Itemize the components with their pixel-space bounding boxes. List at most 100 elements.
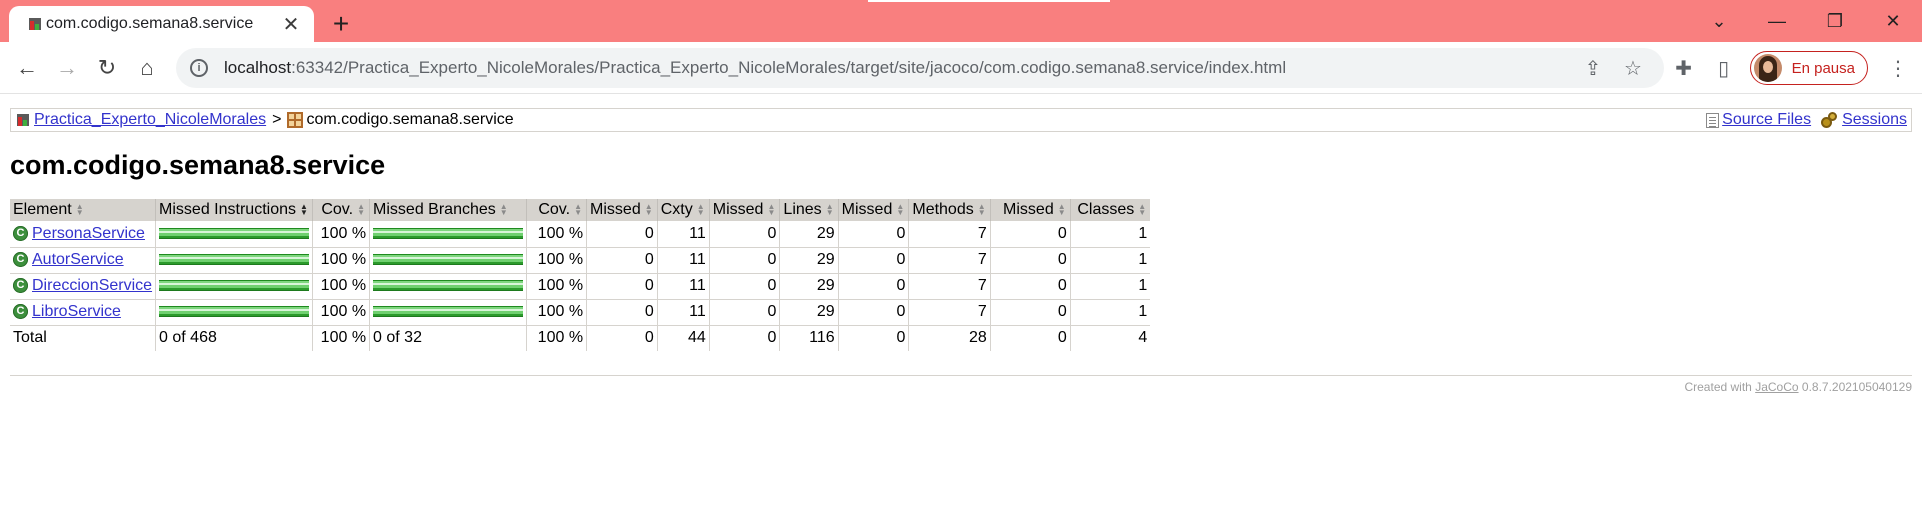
close-tab-icon[interactable]: ✕ [280,12,302,37]
col-classes-header[interactable]: Classes ▲ ▼ [1069,199,1151,221]
site-info-icon[interactable]: i [190,59,208,77]
class-link[interactable]: AutorService [32,251,124,268]
col-instr-cov-header[interactable]: Cov. ▲ ▼ [312,199,370,221]
total-classes: 4 [1069,325,1151,351]
sort-icon: ▲ ▼ [825,201,834,217]
active-tab[interactable]: com.codigo.semana8.service ✕ [9,6,314,42]
class-link[interactable]: DireccionService [32,277,152,294]
total-missed-cxty: 0 [586,325,658,351]
jacoco-link[interactable]: JaCoCo [1755,380,1798,394]
total-cxty: 44 [656,325,710,351]
source-file-icon [1706,112,1720,128]
branch-bar-cell [369,273,527,300]
total-label: Total [13,329,47,347]
element-cell: C LibroService [10,299,156,326]
class-link[interactable]: LibroService [32,303,121,320]
missed-lines-cell: 0 [708,247,780,274]
total-branch-cov: 100 % [526,325,587,351]
sessions-link[interactable]: Sessions [1842,111,1907,129]
missed-lines-cell: 0 [708,273,780,300]
col-cxty-header[interactable]: Cxty ▲ ▼ [656,199,710,221]
minimize-icon[interactable]: — [1748,0,1806,42]
class-icon: C [13,226,28,242]
missed-methods-cell: 0 [837,247,909,274]
branch-coverage-bar [373,306,524,318]
instr-bar-cell [155,299,313,326]
col-missed-lines-header[interactable]: Missed ▲ ▼ [708,199,780,221]
source-files-link[interactable]: Source Files [1722,111,1811,129]
classes-cell: 1 [1069,299,1151,326]
table-row: C PersonaService 100 % 100 % 0 11 0 29 0 7 0 1 [10,221,1151,248]
bookmark-star-icon[interactable]: ☆ [1620,55,1646,81]
tab-search-chevron-icon[interactable]: ⌄ [1690,0,1748,42]
instruction-coverage-bar [159,228,310,240]
class-link[interactable]: PersonaService [32,225,145,242]
window-drag-region [868,0,1110,2]
total-lines: 116 [779,325,839,351]
col-missed-branches-header[interactable]: Missed Branches ▲ ▼ [369,199,527,221]
col-lines-header[interactable]: Lines ▲ ▼ [779,199,839,221]
element-cell: C AutorService [10,247,156,274]
total-instructions: 0 of 468 [155,325,313,351]
restore-icon[interactable]: ❐ [1806,0,1864,42]
instr-cov-cell: 100 % [312,273,370,300]
instruction-coverage-bar [159,254,310,266]
window-controls: ⌄ — ❐ ✕ [1690,0,1922,42]
sort-icon: ▲ ▼ [977,201,986,217]
missed-cxty-cell: 0 [586,299,658,326]
breadcrumb-current: com.codigo.semana8.service [306,111,514,128]
sort-icon: ▲ ▼ [767,201,776,217]
forward-arrow-icon[interactable]: → [47,48,87,88]
side-panel-icon[interactable]: ▯ [1704,48,1744,88]
missed-cxty-cell: 0 [586,221,658,248]
methods-cell: 7 [908,273,991,300]
back-arrow-icon[interactable]: ← [7,48,47,88]
sort-icon: ▲ ▼ [644,201,653,217]
sort-icon: ▲ ▼ [499,201,508,217]
classes-cell: 1 [1069,247,1151,274]
total-missed-classes: 0 [989,325,1071,351]
extensions-puzzle-icon[interactable]: ✚ [1664,48,1704,88]
col-methods-header[interactable]: Methods ▲ ▼ [908,199,991,221]
col-branch-cov-header[interactable]: Cov. ▲ ▼ [526,199,587,221]
sort-icon: ▲ ▼ [1138,201,1147,217]
methods-cell: 7 [908,221,991,248]
classes-cell: 1 [1069,273,1151,300]
menu-kebab-icon[interactable]: ⋮ [1878,48,1918,88]
missed-lines-cell: 0 [708,221,780,248]
sort-icon: ▲ ▼ [357,201,365,217]
table-row: C LibroService 100 % 100 % 0 11 0 29 0 7 0 1 [10,299,1151,326]
col-missed-instructions-header[interactable]: Missed Instructions ▲ ▼ [155,199,313,221]
sort-icon: ▲ ▼ [574,201,582,217]
class-icon: C [13,278,28,294]
breadcrumb-root-link[interactable]: Practica_Experto_NicoleMorales [34,111,266,129]
instr-cov-cell: 100 % [312,247,370,274]
instr-bar-cell [155,247,313,274]
lines-cell: 29 [779,299,839,326]
breadcrumb: Practica_Experto_NicoleMorales > com.cod… [10,108,1912,132]
missed-lines-cell: 0 [708,299,780,326]
sort-icon: ▲ ▼ [896,201,905,217]
branch-coverage-bar [373,254,524,266]
branch-coverage-bar [373,280,524,292]
url-text[interactable]: localhost:63342/Practica_Experto_NicoleM… [224,58,1580,78]
reload-icon[interactable]: ↻ [87,48,127,88]
col-missed-methods-header[interactable]: Missed ▲ ▼ [837,199,909,221]
instr-cov-cell: 100 % [312,299,370,326]
share-icon[interactable]: ⇪ [1580,55,1606,81]
report-footer: Created with JaCoCo 0.8.7.202105040129 [10,375,1912,394]
col-missed-classes-header[interactable]: Missed ▲ ▼ [989,199,1071,221]
branch-bar-cell [369,299,527,326]
class-icon: C [13,252,28,268]
new-tab-button[interactable]: + [323,6,359,42]
col-missed-cxty-header[interactable]: Missed ▲ ▼ [586,199,658,221]
total-branches: 0 of 32 [369,325,527,351]
col-element-header[interactable]: Element ▲ ▼ [10,199,156,221]
close-window-icon[interactable]: ✕ [1864,0,1922,42]
branch-bar-cell [369,221,527,248]
home-icon[interactable]: ⌂ [127,48,167,88]
table-row: C DireccionService 100 % 100 % 0 11 0 29 0 7 0 1 [10,273,1151,300]
profile-button[interactable]: En pausa [1749,51,1868,85]
total-missed-lines: 0 [708,325,780,351]
address-bar[interactable]: i localhost:63342/Practica_Experto_Nicol… [176,48,1664,88]
